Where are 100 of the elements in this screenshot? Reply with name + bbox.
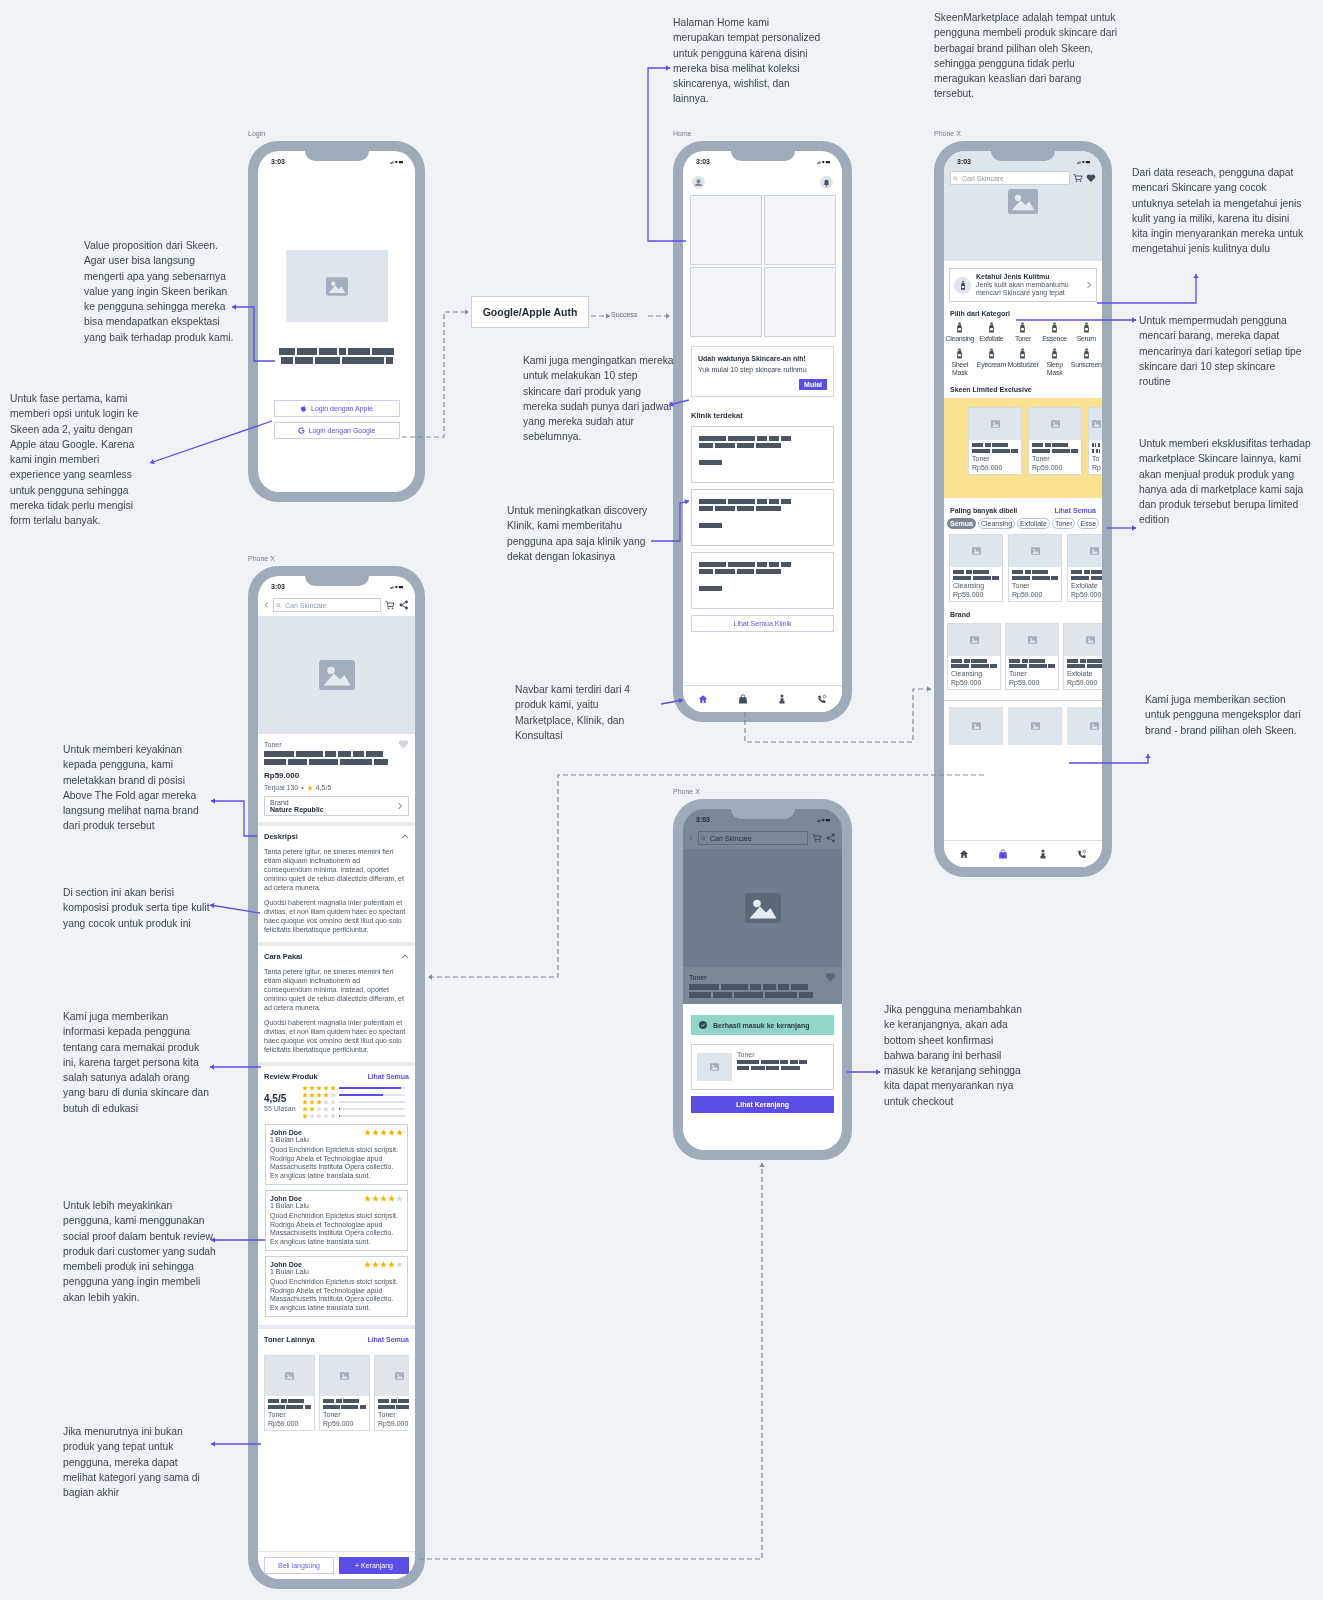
collection-tile[interactable] [763,195,836,265]
share-icon[interactable] [399,600,409,610]
annotation-text: Navbar kami terdiri dari 4 produk kami, yaitu Marketplace, Klinik, dan Konsultasi [515,683,632,743]
cart-icon[interactable] [1073,173,1083,183]
redacted-text-drawing [699,523,722,528]
redacted-text-drawing [1071,570,1102,580]
flow-arrow [647,313,671,319]
image-icon [395,1372,404,1380]
bottle-icon[interactable] [1051,348,1059,359]
bottle-icon[interactable] [1082,348,1090,359]
leader-arrow [210,1441,262,1447]
bottle-icon[interactable] [1019,348,1027,359]
annotation-text: SkeenMarketplace adalah tempat untuk pengguna membeli produk skincare dari berbagai brand pilihan oleh Skeen, sehingga pengguna tidak perlu meragukan keaslian dari barang tersebut. [934,11,1119,102]
annotation-text: Untuk lebih meyakinkan pengguna, kami menggunakan social proof dalam bentuk review produk dari customer yang sudah membeli produk ini sehingga pengguna yang ingin membeli akan lebih yakin. [63,1199,217,1305]
bottle-icon [954,276,971,294]
avatar-icon[interactable] [692,176,705,189]
chevron-up-icon[interactable] [401,834,409,839]
cart-icon[interactable] [385,600,395,610]
image-icon [340,1372,349,1380]
rating-score: 4,5/5 [264,1092,288,1104]
collection-tile[interactable] [689,195,762,265]
redacted-text-drawing [737,1060,807,1070]
star-icon [306,784,313,791]
redacted-text-drawing [972,443,1018,453]
leader-arrow [210,798,258,837]
redacted-text-drawing [323,1399,366,1409]
clinic-card[interactable] [691,426,834,483]
leader-arrow [231,304,276,362]
leader-arrow [660,697,684,705]
phone-notch [730,151,795,161]
bottle-icon[interactable] [1082,322,1090,333]
image-icon [318,660,355,690]
status-bar-icon [390,584,403,589]
phone-icon[interactable] [817,694,828,704]
collection-tile[interactable] [763,267,836,337]
annotation-text: Kami juga memberikan section untuk pengguna mengeksplor dari brand - brand pilihan oleh Skeen. [1145,693,1302,738]
phone-notch [730,809,795,819]
house-icon[interactable] [697,694,708,704]
bottle-icon[interactable] [987,322,995,333]
leader-arrow [1106,525,1137,531]
product-price: Rp59.000 [264,771,301,780]
image-icon [1030,722,1040,730]
flow-arrow [590,313,611,319]
ring-icon [297,427,305,434]
phone-notch [304,151,369,161]
phone-icon[interactable] [1077,849,1088,859]
bottle-icon[interactable] [1051,322,1059,333]
figure-icon[interactable] [777,694,788,704]
search-icon [276,602,281,608]
image-icon [1089,722,1099,730]
image-icon [1027,635,1037,644]
bag-icon[interactable] [998,849,1009,859]
heart-icon[interactable] [1086,173,1096,183]
annotation-text: Untuk mempermudah pengguna mencari barang, mereka dapat mencarinya dari kategori setiap tipe skincare dari 10 step skincare routine [1139,314,1303,390]
annotation-text: Dari data reseach, pengguna dapat mencari Skincare yang cocok untuknya setelah ia mengetahui jenis kulit yang ia miliki, karena itu disini kita ingin menyarankan mereka untuk mengetahui jenis kulitnya dulu [1132,166,1304,257]
bell-icon[interactable] [820,176,833,189]
phone-notch [991,151,1055,161]
phone-notch [304,576,369,586]
bottle-icon[interactable] [987,348,995,359]
clinic-card[interactable] [691,552,834,609]
bottle-icon[interactable] [956,322,964,333]
chevron-right-icon [1086,281,1092,289]
image-icon [971,722,981,730]
annotation-text: Kami juga mengingatkan mereka untuk melakukan 10 step skincare dari produk yang mereka sudah punya dari jadwal yang mereka sudah atur sebelumnya. [523,354,675,445]
process-box: Google/Apple Auth [471,296,589,328]
redacted-text-drawing [699,586,722,591]
status-bar-icon [390,159,403,164]
image-icon [1091,420,1101,428]
annotation-text: Kami juga memberikan informasi kepada pengguna tentang cara memakai produk ini, karena target persona kita salah satunya adalah orang yang baru di dunia skincare dan butuh di edukasi [63,1010,210,1116]
annotation-text: Untuk meningkatkan discovery Klinik, kami memberitahu pengguna apa saja klinik yang dekat dengan lokasinya [507,504,649,564]
leader-arrow [209,902,261,914]
bag-icon[interactable] [737,694,748,704]
annotation-text: Jika menurutnya ini bukan produk yang tepat untuk pengguna, mereka dapat melihat kategori yang sama di bagian akhir [63,1425,201,1501]
image-icon [325,276,348,296]
redacted-text-drawing [268,1399,311,1409]
image-icon [744,893,781,923]
image-icon [1050,420,1060,428]
search-icon [953,175,958,181]
leader-arrow [209,1064,262,1070]
redacted-text-drawing [951,658,997,668]
image-icon [285,1372,294,1380]
chevron-up-icon[interactable] [401,954,409,959]
redacted-text-drawing [1012,570,1058,580]
image-icon [710,1063,719,1071]
annotation-text: Untuk memberi eksklusifitas terhadap marketplace Skincare lainnya, kami akan menjual produk produk yang hanya ada di marketplace kami saja dan produk tersebut berupa limited edition [1139,437,1312,528]
collection-tile[interactable] [689,267,762,337]
annotation-text: Di section ini akan berisi komposisi produk serta tipe kulit yang cocok untuk produk ini [63,886,211,931]
apple-icon [300,405,308,412]
redacted-text-drawing [1009,658,1055,668]
redacted-text-drawing [1067,658,1102,668]
annotation-text: Untuk fase pertama, kami memberi opsi untuk login ke Skeen ada 2, yaitu dengan Apple atau Google. Karena kami ingin memberi experience yang seamless untuk pengguna sehingga mereka tidak perlu mengisi form terlalu banyak. [10,392,140,529]
leader-arrow [846,1069,881,1075]
clinic-card[interactable] [691,489,834,546]
image-icon [969,635,979,644]
status-bar-icon [817,159,830,164]
status-bar-icon [817,817,830,822]
bottle-icon[interactable] [1019,322,1027,333]
leader-arrow [650,499,690,542]
house-icon[interactable] [958,849,969,859]
bottle-icon[interactable] [956,348,964,359]
